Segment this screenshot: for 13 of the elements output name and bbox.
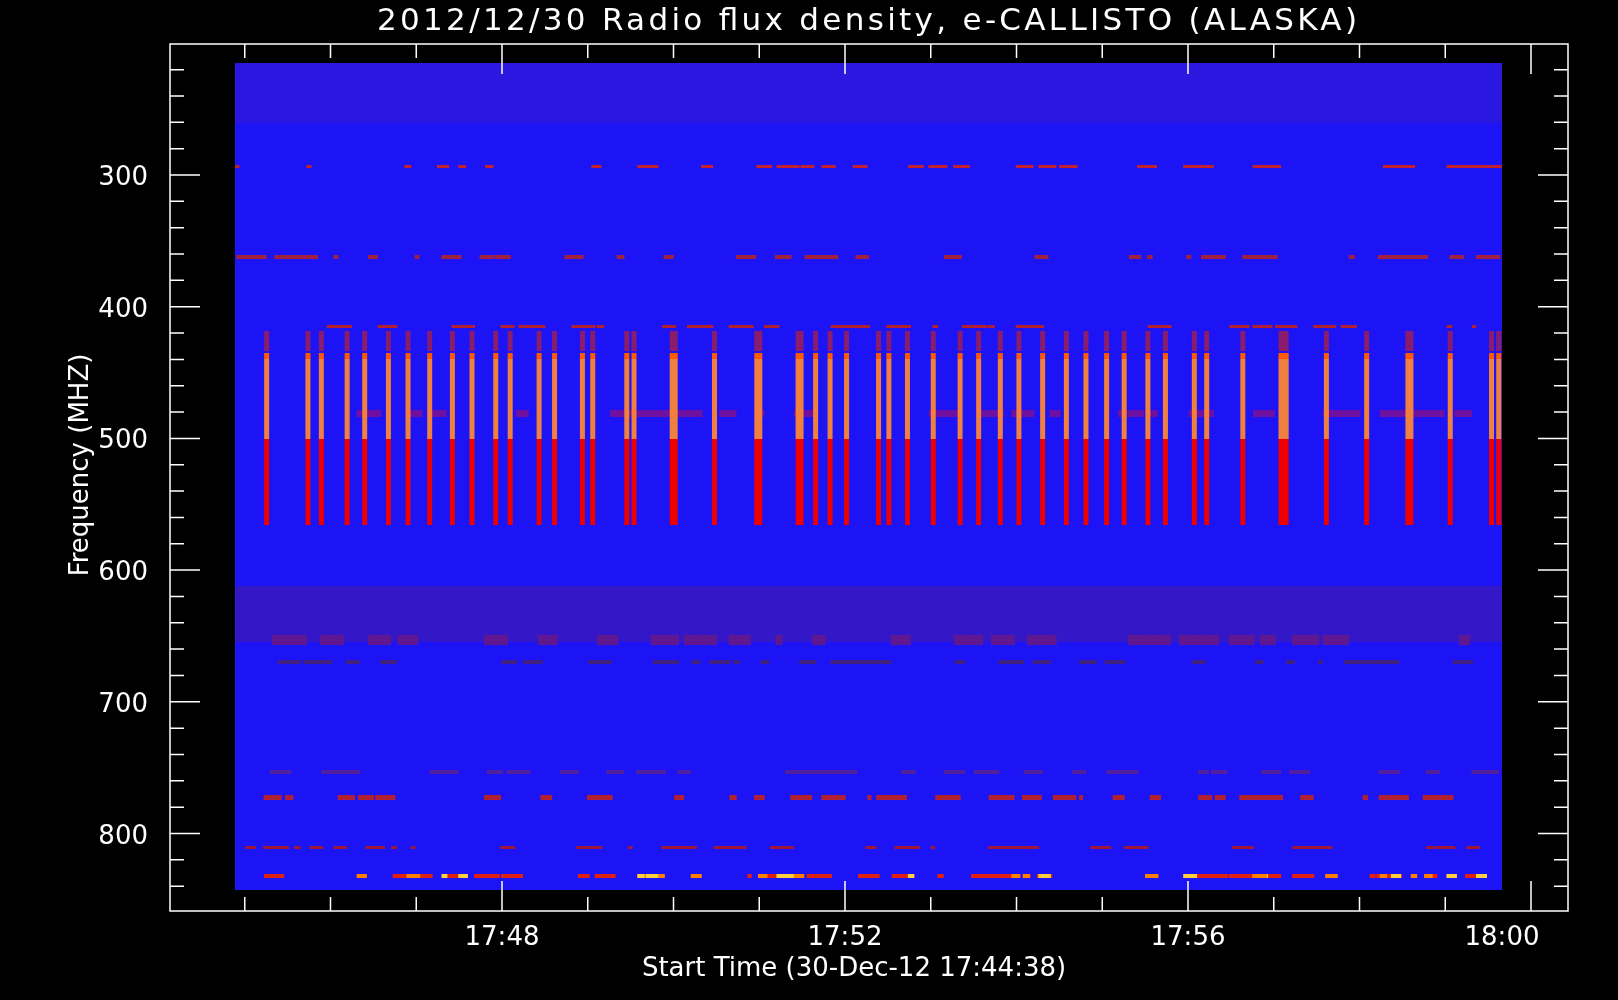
x-axis-label: Start Time (30-Dec-12 17:44:38)	[641, 952, 1067, 982]
y-tick-label: 700	[98, 687, 148, 718]
y-axis-label: Frequency (MHZ)	[64, 353, 94, 577]
x-tick-label: 17:52	[807, 921, 883, 951]
y-tick-label: 500	[98, 424, 148, 455]
chart-title: 2012/12/30 Radio flux density, e-CALLISTO (ALASKA)	[377, 1, 1357, 37]
y-tick-label: 300	[98, 161, 148, 191]
x-tick-label: 17:56	[1150, 921, 1226, 951]
y-tick-label: 800	[98, 819, 148, 850]
x-tick-label: 18:00	[1464, 921, 1540, 951]
y-tick-label: 600	[98, 556, 148, 587]
x-tick-label: 17:48	[464, 921, 540, 951]
y-tick-label: 400	[98, 292, 148, 323]
